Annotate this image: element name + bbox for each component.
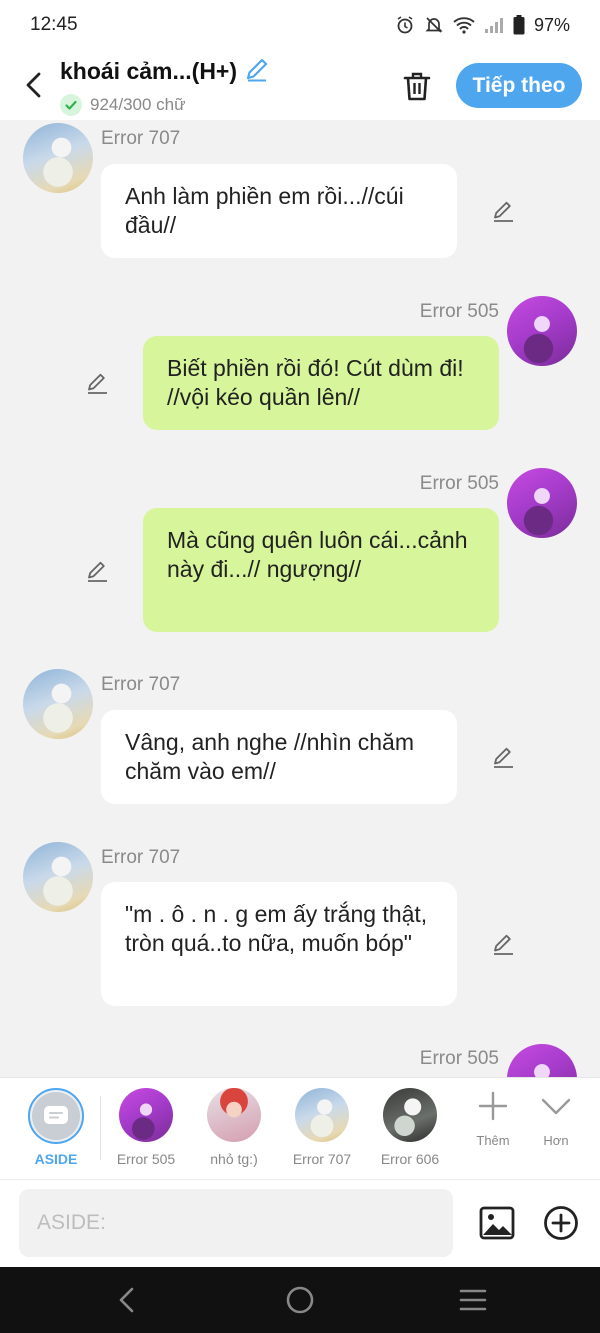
character-count: 924/300 chữ (90, 94, 186, 114)
aside-avatar (28, 1088, 84, 1144)
edit-message-icon[interactable] (84, 558, 110, 584)
character-nho-tg[interactable]: nhỏ tg:) (194, 1088, 274, 1167)
check-icon (60, 93, 82, 116)
status-time: 12:45 (30, 14, 78, 35)
sender-name: Error 505 (419, 301, 499, 322)
add-character-button[interactable]: Thêm (463, 1090, 523, 1148)
character-error-707[interactable]: Error 707 (282, 1088, 362, 1167)
signal-icon (484, 16, 504, 34)
avatar-error-707[interactable] (23, 842, 93, 912)
avatar-error-707[interactable] (23, 123, 93, 193)
character-label: nhỏ tg:) (210, 1151, 258, 1167)
next-button[interactable]: Tiếp theo (456, 63, 582, 108)
message-bubble[interactable]: Mà cũng quên luôn cái...cảnh này đi...//… (143, 508, 499, 632)
message-bubble[interactable]: Vâng, anh nghe //nhìn chăm chăm vào em// (101, 710, 457, 804)
nav-back-button[interactable] (112, 1285, 142, 1315)
avatar-error-707[interactable] (23, 669, 93, 739)
back-button[interactable] (0, 50, 60, 120)
character-label: Error 505 (116, 1151, 176, 1167)
message-bubble[interactable]: Biết phiền rồi đó! Cút dùm đi! //vội kéo… (143, 336, 499, 430)
delete-button[interactable] (398, 68, 436, 104)
edit-message-icon[interactable] (84, 370, 110, 396)
message-bubble[interactable]: "m . ô . n . g em ấy trắng thật, tròn qu… (101, 882, 457, 1006)
sender-name: Error 505 (419, 473, 499, 494)
sender-name: Error 707 (101, 847, 181, 868)
system-nav-bar (0, 1267, 600, 1333)
avatar-error-505[interactable] (507, 1044, 577, 1077)
tool-label: Thêm (476, 1133, 510, 1148)
edit-message-icon[interactable] (490, 931, 516, 957)
status-bar: 12:45 97% (0, 0, 600, 50)
avatar (119, 1088, 173, 1142)
plus-icon (478, 1091, 508, 1121)
app-header: khoái cảm...(H+) 924/300 chữ Tiếp theo (0, 50, 600, 120)
character-selector: ASIDE Error 505 nhỏ tg:) Error 707 Error… (0, 1077, 600, 1179)
avatar (295, 1088, 349, 1142)
edit-message-icon[interactable] (490, 744, 516, 770)
page-title: khoái cảm...(H+) (60, 57, 238, 84)
edit-message-icon[interactable] (490, 198, 516, 224)
image-icon (479, 1206, 515, 1240)
message-icon (44, 1106, 68, 1124)
title-block: khoái cảm...(H+) 924/300 chữ (60, 55, 271, 116)
character-label: ASIDE (34, 1151, 78, 1167)
pencil-icon (246, 58, 268, 81)
nav-home-button[interactable] (285, 1285, 315, 1315)
character-aside[interactable]: ASIDE (16, 1088, 96, 1167)
add-button[interactable] (542, 1204, 580, 1242)
compose-bar (0, 1179, 600, 1267)
avatar (383, 1088, 437, 1142)
edit-title-button[interactable] (243, 55, 271, 88)
battery-percent: 97% (533, 14, 570, 35)
status-icons: 97% (395, 15, 570, 36)
sender-name: Error 505 (419, 1048, 499, 1069)
nav-home-icon (286, 1286, 314, 1314)
plus-circle-icon (544, 1206, 578, 1240)
divider (100, 1096, 101, 1160)
tool-label: Hơn (543, 1133, 569, 1148)
message-bubble[interactable]: Anh làm phiền em rồi...//cúi đầu// (101, 164, 457, 258)
more-button[interactable]: Hơn (526, 1090, 586, 1148)
back-arrow-icon (26, 72, 41, 98)
message-input[interactable] (19, 1189, 453, 1257)
sender-name: Error 707 (101, 674, 181, 695)
insert-image-button[interactable] (478, 1205, 516, 1241)
avatar (207, 1088, 261, 1142)
chat-list[interactable]: Error 707 Anh làm phiền em rồi...//cúi đ… (0, 120, 600, 1077)
nav-recents-button[interactable] (458, 1285, 488, 1315)
chevron-down-icon (541, 1098, 571, 1115)
nav-menu-icon (459, 1289, 487, 1311)
trash-icon (403, 72, 431, 101)
character-error-606[interactable]: Error 606 (370, 1088, 450, 1167)
battery-icon (513, 15, 525, 35)
avatar-error-505[interactable] (507, 468, 577, 538)
wifi-icon (453, 16, 475, 34)
character-label: Error 707 (292, 1151, 352, 1167)
mute-icon (424, 15, 444, 35)
alarm-icon (395, 15, 415, 35)
nav-back-icon (119, 1287, 134, 1313)
sender-name: Error 707 (101, 128, 181, 149)
character-label: Error 606 (380, 1151, 440, 1167)
character-error-505[interactable]: Error 505 (106, 1088, 186, 1167)
avatar-error-505[interactable] (507, 296, 577, 366)
